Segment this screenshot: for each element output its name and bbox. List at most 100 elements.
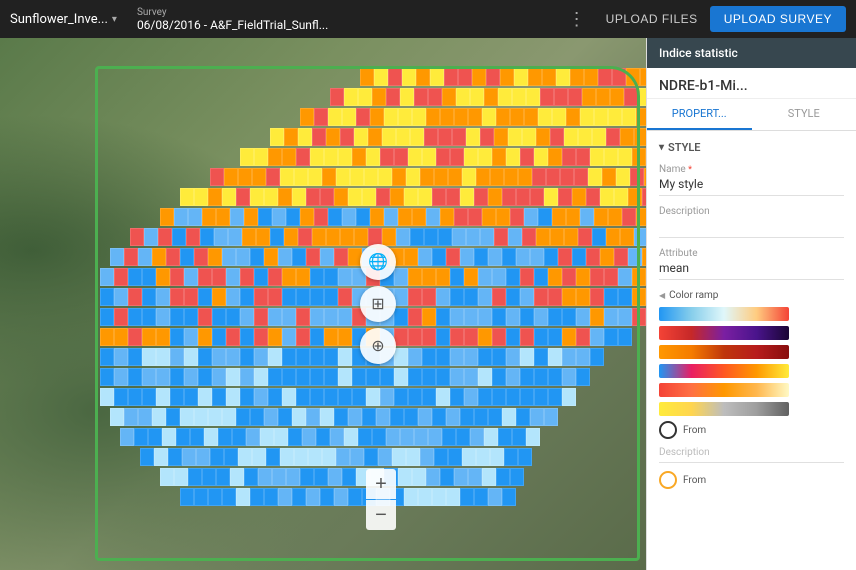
project-name-section[interactable]: Sunflower_Inve... ▾ [10,12,117,27]
plot-cell [300,468,314,486]
plot-cell [310,348,324,366]
plot-cell [432,488,446,506]
range-from-label-1: From [683,425,706,436]
plot-cell [404,488,418,506]
plot-cell [562,288,576,306]
plot-cell [634,128,646,146]
upload-survey-button[interactable]: UPLOAD SURVEY [710,6,846,32]
plot-cell [486,68,500,86]
upload-files-button[interactable]: UPLOAD FILES [606,12,698,26]
plot-cell [128,348,142,366]
plot-cell [402,68,416,86]
tab-style[interactable]: STYLE [752,99,856,130]
plot-cell [592,128,606,146]
plot-cell [314,108,328,126]
plot-cell [352,148,366,166]
zoom-out-button[interactable]: − [366,500,396,530]
color-ramp-item-2[interactable] [659,326,844,340]
plot-cell [478,348,492,366]
plot-cell [378,448,392,466]
plot-cell [340,228,354,246]
plot-cell [572,188,586,206]
plot-cell [640,68,646,86]
plot-cell [614,248,628,266]
pin-button[interactable]: ⊕ [360,328,396,364]
color-ramp-item-3[interactable] [659,345,844,359]
plot-cell [398,468,412,486]
plot-cell [578,128,592,146]
plot-cell [480,228,494,246]
plot-cell [326,128,340,146]
layers-button[interactable]: ⊞ [360,286,396,322]
plot-cell [446,188,460,206]
range-row-2: From [659,471,844,489]
plot-cell [142,388,156,406]
plot-cell [156,308,170,326]
plot-cell [512,88,526,106]
plot-cell [158,228,172,246]
tab-properties[interactable]: PROPERT... [647,99,752,130]
plot-cell [114,348,128,366]
plot-cell [184,308,198,326]
color-ramp-item-5[interactable] [659,383,844,397]
plot-cell [604,308,618,326]
plot-cell [506,388,520,406]
description-field-value [659,219,844,238]
plot-cell [194,408,208,426]
plot-cell [152,248,166,266]
plot-cell [478,388,492,406]
plot-cell [404,408,418,426]
plot-cell [466,128,480,146]
plot-cell [240,148,254,166]
plot-cell [334,188,348,206]
more-menu-icon[interactable]: ⋮ [568,9,586,30]
plot-cell [326,228,340,246]
plot-cell [214,228,228,246]
plot-cell [524,108,538,126]
globe-button[interactable]: 🌐 [360,244,396,280]
plot-cell [572,248,586,266]
plot-cell [438,228,452,246]
plot-cell [464,308,478,326]
zoom-in-button[interactable]: + [366,469,396,499]
plot-cell [630,168,644,186]
plot-cell [394,388,408,406]
plot-cell [366,148,380,166]
plot-cell [456,88,470,106]
plot-cell [526,428,540,446]
plot-cell [576,148,590,166]
color-ramp-item-4[interactable] [659,364,844,378]
plot-cell [590,148,604,166]
plot-cell [142,268,156,286]
plot-cell [506,348,520,366]
plot-cell [474,188,488,206]
color-ramp-item-6[interactable] [659,402,844,416]
plot-cell [176,428,190,446]
plot-cell [336,448,350,466]
plot-cell [272,468,286,486]
plot-cell [210,168,224,186]
plot-cell [616,168,630,186]
plot-cell [422,388,436,406]
plot-cell [548,368,562,386]
plot-cell [456,428,470,446]
plot-cell [474,408,488,426]
plot-cell [564,128,578,146]
plot-cell [226,328,240,346]
color-ramp-item-1[interactable] [659,307,844,321]
plot-cell [180,188,194,206]
plot-row [110,408,646,426]
description-field-label: Description [659,206,844,217]
plot-cell [400,428,414,446]
plot-cell [114,328,128,346]
plot-cell [548,268,562,286]
plot-cell [202,208,216,226]
map-view[interactable]: 🌐 ⊞ ⊕ + − [0,38,646,570]
plot-cell [382,128,396,146]
plot-cell [170,288,184,306]
plot-cell [530,408,544,426]
plot-cell [370,208,384,226]
plot-cell [138,408,152,426]
survey-label: Survey [137,7,328,18]
plot-cell [618,308,632,326]
